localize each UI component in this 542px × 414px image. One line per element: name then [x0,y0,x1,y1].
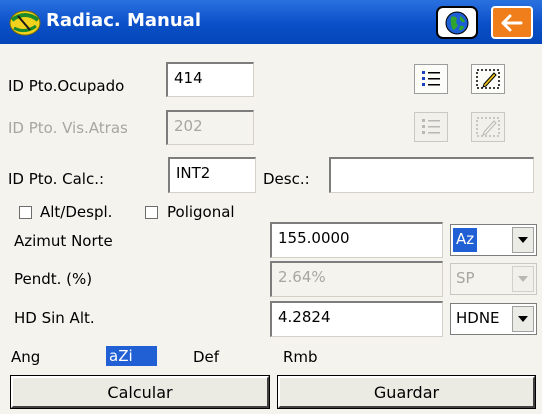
calc-point-label: ID Pto. Calc.: [8,170,105,188]
hd-unit-select[interactable]: HDNE [450,303,537,335]
azimuth-unit-value: Az [453,228,478,252]
edit-points-icon [476,117,500,137]
desc-label: Desc.: [263,170,310,188]
mode-azi[interactable]: aZi [106,346,157,366]
globe-icon [445,11,469,34]
hd-unit-value: HDNE [456,309,500,327]
surveying-logo-icon [9,10,41,36]
backsight-point-input[interactable]: 202 [166,110,254,145]
arrow-left-icon [501,14,523,31]
chevron-down-icon[interactable] [512,227,534,253]
calc-point-input[interactable]: INT2 [168,157,256,193]
alt-despl-checkbox[interactable] [19,206,32,219]
guardar-button[interactable]: Guardar [277,375,536,409]
slope-label: Pendt. (%) [14,270,93,288]
title-bar: Radiac. Manual [0,0,542,44]
backsight-point-label: ID Pto. Vis.Atras [8,119,128,137]
alt-despl-label: Alt/Despl. [40,203,113,221]
occupied-edit-button[interactable] [471,64,505,94]
azimuth-unit-select[interactable]: Az [450,224,537,256]
back-button[interactable] [491,6,533,39]
occupied-point-input[interactable]: 414 [166,62,254,97]
slope-unit-select[interactable]: SP [450,263,537,295]
list-icon [422,71,440,86]
window-title: Radiac. Manual [46,10,201,31]
slope-unit-value: SP [456,269,475,287]
backsight-edit-button[interactable] [471,112,505,142]
occupied-list-button[interactable] [414,64,448,94]
chevron-down-icon[interactable] [512,306,534,332]
list-icon [422,119,440,134]
mode-ang[interactable]: Ang [11,348,40,366]
azimuth-label: Azimut Norte [14,232,113,250]
slope-input[interactable]: 2.64% [270,261,443,297]
mode-rmb[interactable]: Rmb [283,348,318,366]
hd-input[interactable]: 4.2824 [270,301,443,337]
chevron-down-icon[interactable] [512,266,534,292]
occupied-point-label: ID Pto.Ocupado [8,77,125,95]
edit-points-icon [476,69,500,89]
desc-input[interactable] [329,157,534,193]
mode-def[interactable]: Def [193,348,219,366]
globe-button[interactable] [436,6,478,39]
poligonal-label: Poligonal [167,203,235,221]
backsight-list-button[interactable] [414,112,448,142]
calcular-button[interactable]: Calcular [10,375,270,409]
hd-label: HD Sin Alt. [14,309,95,327]
azimuth-input[interactable]: 155.0000 [270,222,443,258]
poligonal-checkbox[interactable] [145,206,158,219]
